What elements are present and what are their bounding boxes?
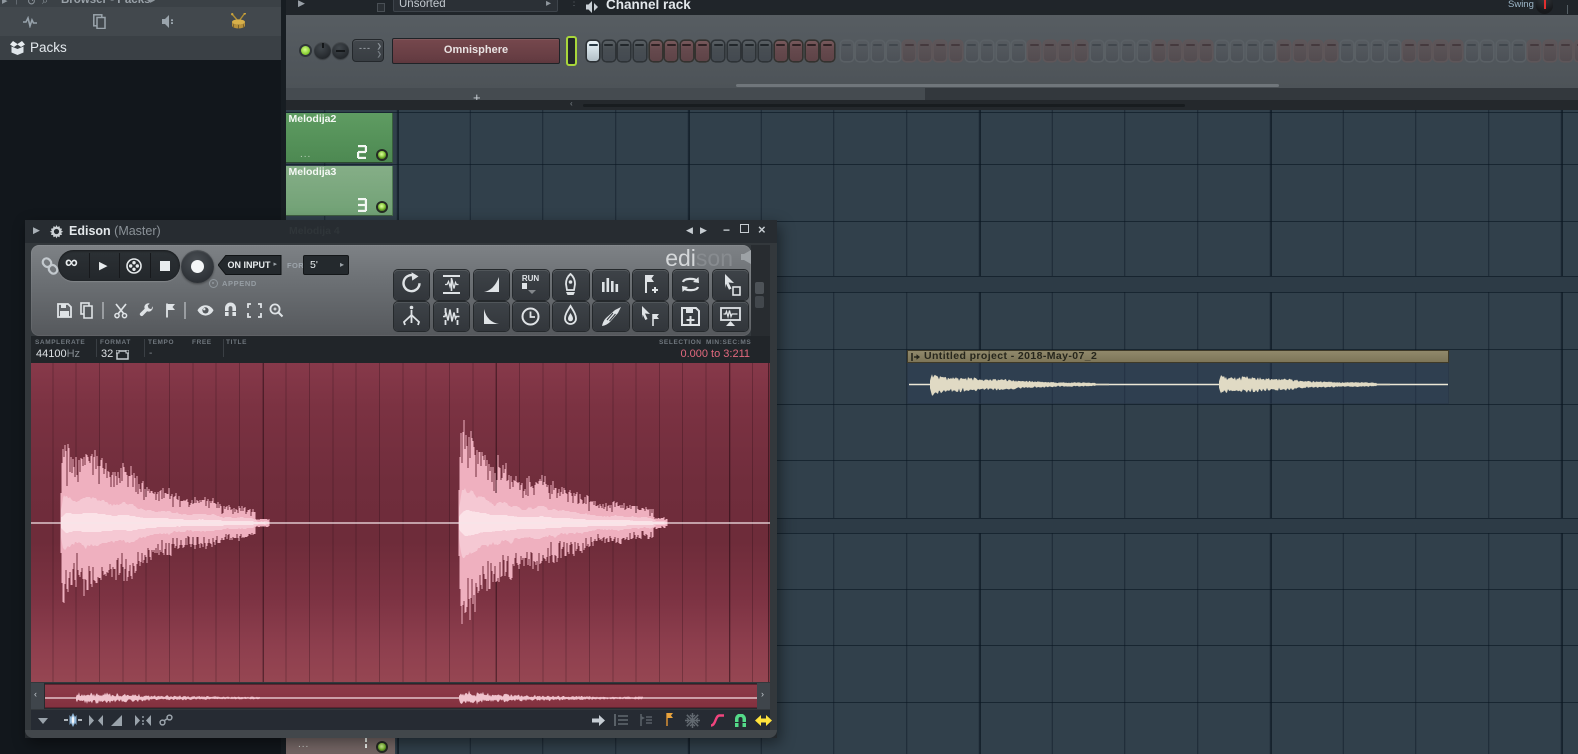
- svg-text:RUN: RUN: [522, 274, 540, 283]
